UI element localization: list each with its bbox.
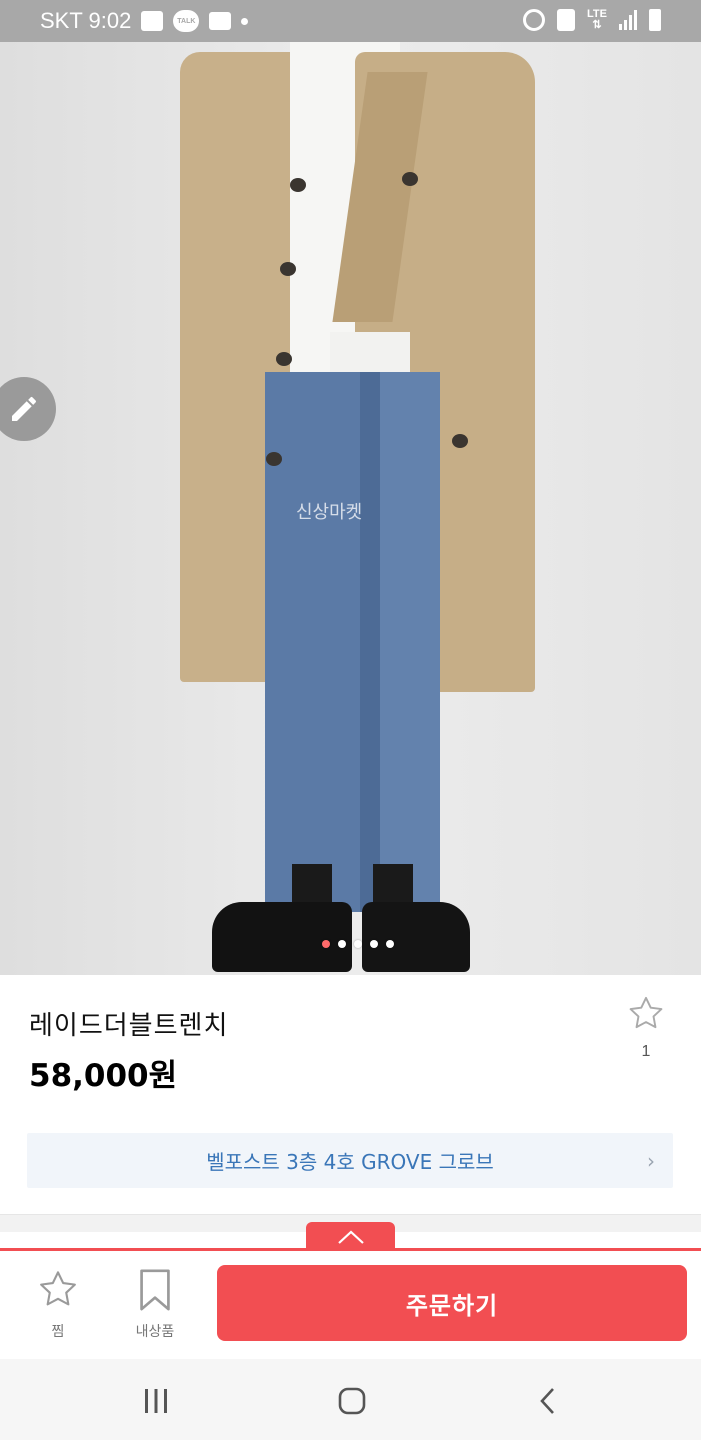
coat-button [266, 452, 282, 466]
lte-icon: LTE ⇅ [587, 8, 607, 31]
star-icon [40, 1271, 76, 1306]
action-bar: 찜 내상품 주문하기 [0, 1251, 701, 1359]
expand-options-tab[interactable] [306, 1222, 395, 1251]
wish-button[interactable]: 찜 [23, 1267, 93, 1341]
network-label: LTE [587, 8, 607, 20]
edit-button[interactable] [0, 377, 56, 441]
alarm-icon [523, 9, 546, 31]
chevron-up-icon [337, 1230, 364, 1244]
carrier-label: SKT [40, 8, 83, 33]
home-icon [338, 1387, 366, 1415]
shop-label: 벨포스트 3층 4호 GROVE 그로브 [206, 1150, 494, 1174]
wish-label: 찜 [51, 1324, 65, 1340]
status-bar: SKT 9:02 TALK LTE ⇅ [0, 0, 701, 42]
signal-icon [619, 10, 637, 30]
pager-dot[interactable] [353, 940, 362, 948]
product-name: 레이드더블트렌치 [29, 1011, 229, 1041]
favorite-toggle[interactable]: 1 [622, 993, 670, 1061]
pager-dot[interactable] [385, 940, 394, 948]
product-image[interactable]: 신상마켓 [0, 42, 701, 975]
coat-button [402, 172, 418, 186]
shoe-left [212, 902, 352, 972]
favorite-count: 1 [641, 1043, 651, 1060]
clock: 9:02 [88, 8, 132, 33]
pager-dot-active[interactable] [321, 940, 330, 948]
navigation-bar [0, 1359, 701, 1440]
shop-link[interactable]: 벨포스트 3층 4호 GROVE 그로브 › [27, 1133, 673, 1188]
pencil-icon [12, 396, 37, 421]
coat-button [276, 352, 292, 366]
battery-icon [649, 9, 661, 31]
home-button[interactable] [322, 1381, 382, 1421]
bookmark-icon [140, 1269, 170, 1311]
kakaotalk-icon: TALK [173, 10, 200, 32]
my-items-button[interactable]: 내상품 [120, 1267, 190, 1341]
pager-dot[interactable] [369, 940, 378, 948]
jeans-shade [360, 372, 380, 912]
message-icon [209, 12, 232, 30]
back-button[interactable] [518, 1381, 578, 1421]
tee-hem [330, 332, 410, 372]
star-outline-icon[interactable] [624, 993, 668, 1035]
recycle-icon [557, 9, 576, 31]
recent-apps-icon [145, 1389, 167, 1413]
image-watermark: 신상마켓 [296, 502, 363, 523]
coat-button [280, 262, 296, 276]
coat-button [452, 434, 468, 448]
recent-apps-button[interactable] [126, 1381, 186, 1421]
dot-icon [241, 17, 249, 25]
my-items-label: 내상품 [135, 1324, 175, 1340]
image-pager [0, 940, 701, 948]
carrier-time: SKT 9:02 [40, 8, 131, 34]
pager-dot[interactable] [337, 940, 346, 948]
order-button[interactable]: 주문하기 [217, 1265, 687, 1341]
shoe-right [362, 902, 470, 972]
jeans-figure [265, 372, 375, 912]
gallery-icon [141, 11, 164, 31]
jeans-figure-right [370, 372, 440, 912]
status-bar-right: LTE ⇅ [523, 9, 661, 31]
chevron-right-icon: › [647, 1149, 655, 1173]
status-bar-left: SKT 9:02 TALK [40, 8, 249, 34]
coat-button [290, 178, 306, 192]
back-icon [540, 1388, 554, 1414]
product-price: 58,000원 [29, 1058, 178, 1094]
